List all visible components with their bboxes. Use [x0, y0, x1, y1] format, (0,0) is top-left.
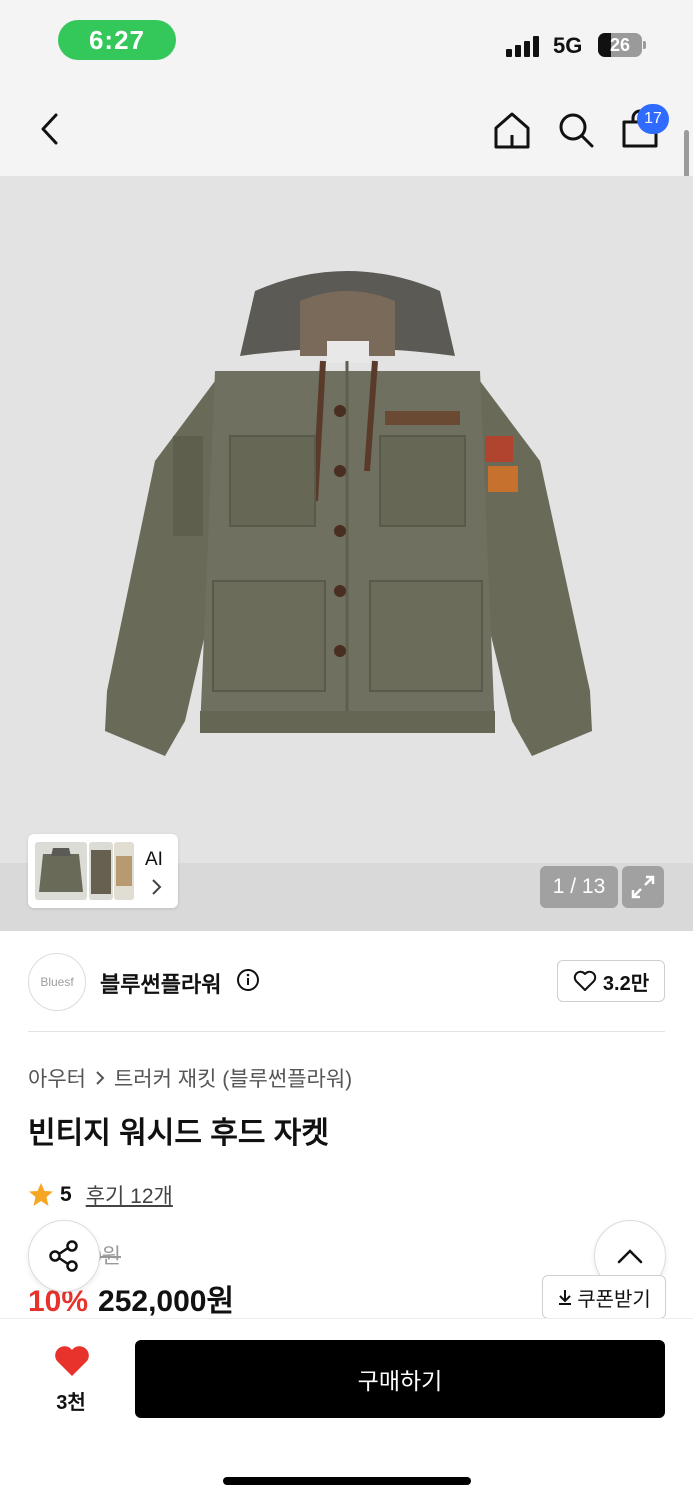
ai-label: AI	[145, 849, 163, 870]
ai-thumb-3	[114, 842, 134, 900]
info-icon[interactable]	[236, 968, 260, 992]
signal-icon	[506, 35, 542, 57]
status-time: 6:27	[58, 20, 176, 60]
product-image-gallery[interactable]: AI 1 / 13	[0, 176, 693, 931]
back-arrow-icon[interactable]	[36, 112, 66, 146]
brand-name[interactable]: 블루썬플라워	[100, 967, 221, 999]
brand-like-count: 3.2만	[602, 972, 650, 995]
chevron-right-icon	[96, 1071, 105, 1085]
brand-row: Bluesf 블루썬플라워 3.2만	[28, 953, 665, 1011]
status-bar: 6:27 5G 26	[0, 0, 693, 82]
battery-icon: 26	[598, 33, 642, 57]
network-type: 5G	[553, 33, 583, 58]
rating-row: 5 후기 12개	[28, 1180, 173, 1210]
rating-score: 5	[60, 1183, 72, 1206]
review-link[interactable]: 후기 12개	[86, 1180, 173, 1210]
chevron-up-icon	[617, 1249, 643, 1264]
brand-like-button[interactable]: 3.2만	[557, 960, 665, 1002]
coupon-button[interactable]: 쿠폰받기	[542, 1275, 666, 1319]
star-icon	[29, 1183, 53, 1206]
cart-count-badge: 17	[637, 104, 669, 134]
breadcrumb-category[interactable]: 아우터	[28, 1063, 86, 1093]
search-icon[interactable]	[556, 110, 596, 150]
home-indicator	[223, 1477, 471, 1485]
heart-outline-icon	[573, 970, 597, 991]
share-button[interactable]	[28, 1220, 100, 1292]
expand-icon	[631, 875, 655, 899]
sale-price: 252,000원	[98, 1285, 235, 1318]
buy-button[interactable]: 구매하기	[135, 1340, 665, 1418]
battery-tip	[643, 41, 646, 49]
expand-button[interactable]	[622, 866, 664, 908]
product-jacket-image	[105, 271, 592, 756]
battery-level: 26	[609, 34, 631, 55]
ai-thumb-1	[35, 842, 87, 900]
breadcrumb: 아우터 트러커 재킷 (블루썬플라워)	[28, 1063, 352, 1093]
heart-filled-icon	[55, 1346, 89, 1376]
ai-thumb-2	[89, 842, 113, 900]
image-counter: 1 / 13	[540, 866, 618, 908]
wishlist-button[interactable]	[50, 1344, 94, 1383]
download-icon	[559, 1290, 572, 1305]
ai-styling-card[interactable]: AI	[28, 834, 178, 908]
home-icon[interactable]	[492, 110, 532, 150]
breadcrumb-subcategory[interactable]: 트러커 재킷 (블루썬플라워)	[114, 1063, 352, 1093]
coupon-label: 쿠폰받기	[577, 1288, 651, 1311]
brand-logo[interactable]: Bluesf	[28, 953, 86, 1011]
chevron-right-icon	[152, 879, 162, 895]
share-icon	[49, 1240, 78, 1272]
wishlist-count: 3천	[56, 1392, 86, 1414]
product-title: 빈티지 워시드 후드 자켓	[28, 1117, 330, 1150]
divider	[28, 1031, 665, 1032]
